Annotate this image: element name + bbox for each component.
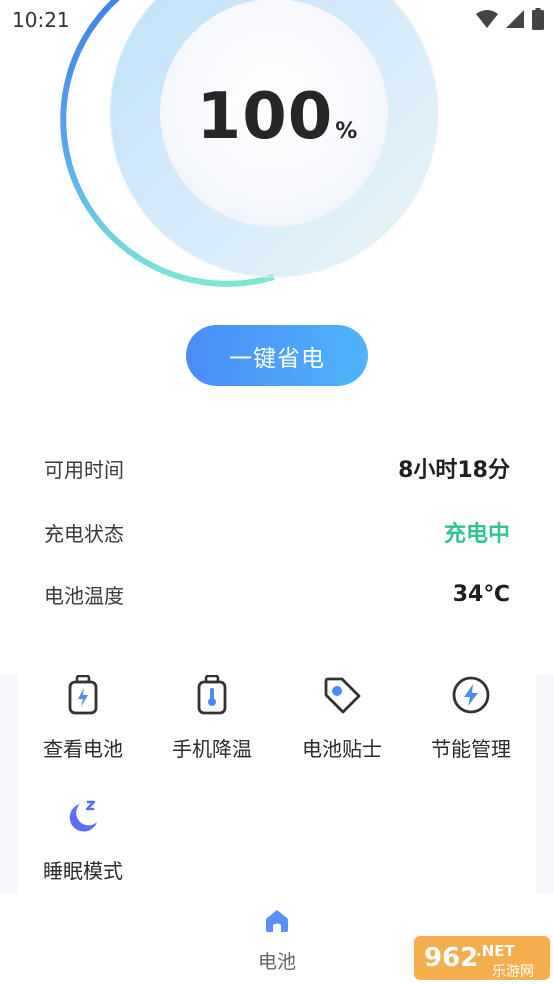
battery-gauge: 100%: [0, 0, 554, 300]
tool-check-battery[interactable]: 查看电池: [18, 675, 148, 775]
battery-temperature-value: 34℃: [452, 581, 510, 607]
available-time-value: 8小时18分: [398, 458, 510, 483]
battery-thermometer-icon: [192, 675, 232, 715]
home-icon: [266, 910, 288, 932]
charging-status-label: 充电状态: [44, 521, 124, 546]
tool-battery-tips-label: 电池贴士: [302, 737, 382, 761]
watermark-suffix: .NET: [476, 942, 515, 960]
tool-phone-cooling[interactable]: 手机降温: [147, 675, 277, 775]
status-bar: 10:21: [0, 0, 554, 40]
tool-battery-tips[interactable]: 电池贴士: [277, 675, 407, 775]
battery-level-value: 100: [196, 80, 334, 154]
tools-grid: 查看电池 手机降温 电池贴士 节能管理 睡眠模式: [18, 675, 536, 893]
save-power-button[interactable]: 一键省电: [186, 325, 368, 386]
battery-temperature-label: 电池温度: [44, 583, 124, 608]
tool-energy-saving[interactable]: 节能管理: [406, 675, 536, 775]
info-row-battery-temperature: 电池温度 34℃: [44, 574, 510, 614]
status-time: 10:21: [12, 8, 70, 32]
battery-status-icon: [532, 8, 544, 30]
moon-sleep-icon: [63, 797, 103, 837]
tool-energy-saving-label: 节能管理: [431, 737, 511, 761]
battery-level-readout: 100%: [0, 80, 554, 154]
status-icons: [476, 8, 544, 30]
watermark-number: 962: [424, 943, 478, 973]
tool-phone-cooling-label: 手机降温: [172, 737, 252, 761]
lightning-circle-icon: [451, 675, 491, 715]
signal-icon: [506, 10, 524, 28]
nav-tab-battery-label: 电池: [257, 951, 296, 973]
tool-sleep-mode[interactable]: 睡眠模式: [18, 797, 148, 897]
watermark-logo: 962 .NET 乐游网: [414, 934, 550, 982]
tag-icon: [322, 675, 362, 715]
tools-panel: 查看电池 手机降温 电池贴士 节能管理 睡眠模式: [0, 675, 554, 893]
watermark-site: 乐游网: [492, 964, 534, 980]
info-row-charging-status: 充电状态 充电中: [44, 512, 510, 552]
charging-status-value: 充电中: [443, 522, 510, 547]
available-time-label: 可用时间: [44, 457, 124, 482]
wifi-icon: [476, 10, 498, 28]
info-row-available-time: 可用时间 8小时18分: [44, 448, 510, 488]
battery-bolt-icon: [63, 675, 103, 715]
tool-check-battery-label: 查看电池: [43, 737, 123, 761]
battery-level-unit: %: [335, 119, 358, 144]
nav-tab-battery[interactable]: 电池: [237, 905, 317, 975]
tool-sleep-mode-label: 睡眠模式: [43, 859, 123, 883]
